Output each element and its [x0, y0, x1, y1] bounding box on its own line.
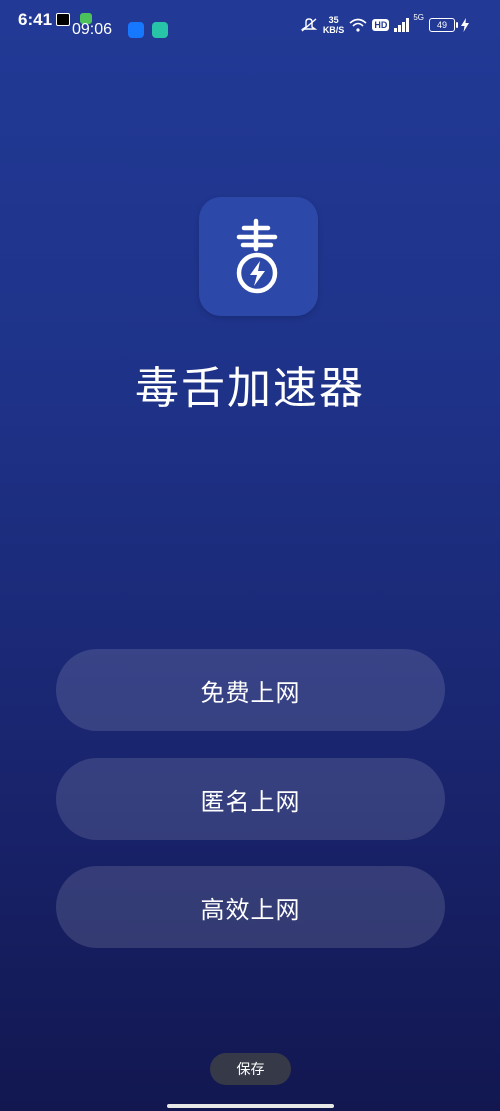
efficient-access-button[interactable]: 高效上网	[56, 866, 445, 948]
wifi-icon	[349, 18, 367, 32]
battery-level: 49	[436, 20, 447, 30]
anonymous-access-button[interactable]: 匿名上网	[56, 758, 445, 840]
charging-icon	[461, 18, 469, 32]
secondary-time: 09:06	[72, 21, 113, 38]
mute-icon	[300, 18, 318, 32]
signal-5g-label: 5G	[413, 12, 424, 22]
app-title: 毒舌加速器	[135, 363, 365, 414]
status-right-group: 35 KB/S HD 5G 49	[300, 12, 470, 38]
lightning-logo-icon	[236, 218, 278, 294]
network-speed-unit: KB/S	[322, 25, 345, 35]
save-button[interactable]: 保存	[210, 1053, 291, 1085]
screen-record-icon	[56, 13, 70, 26]
alipay-icon	[128, 22, 144, 38]
network-speed-value: 35	[328, 15, 339, 25]
signal-icon	[394, 18, 410, 32]
status-time: 6:41	[18, 10, 53, 29]
chat-bubble-icon	[152, 22, 168, 38]
home-indicator[interactable]	[167, 1104, 334, 1108]
network-speed: 35 KB/S	[323, 15, 345, 35]
battery-icon: 49	[429, 18, 458, 32]
free-access-button[interactable]: 免费上网	[56, 649, 445, 731]
status-bar: 6:41 09:06 35 KB/S HD 5G 49	[0, 0, 500, 52]
app-logo	[199, 197, 318, 316]
hd-badge: HD	[372, 19, 390, 31]
